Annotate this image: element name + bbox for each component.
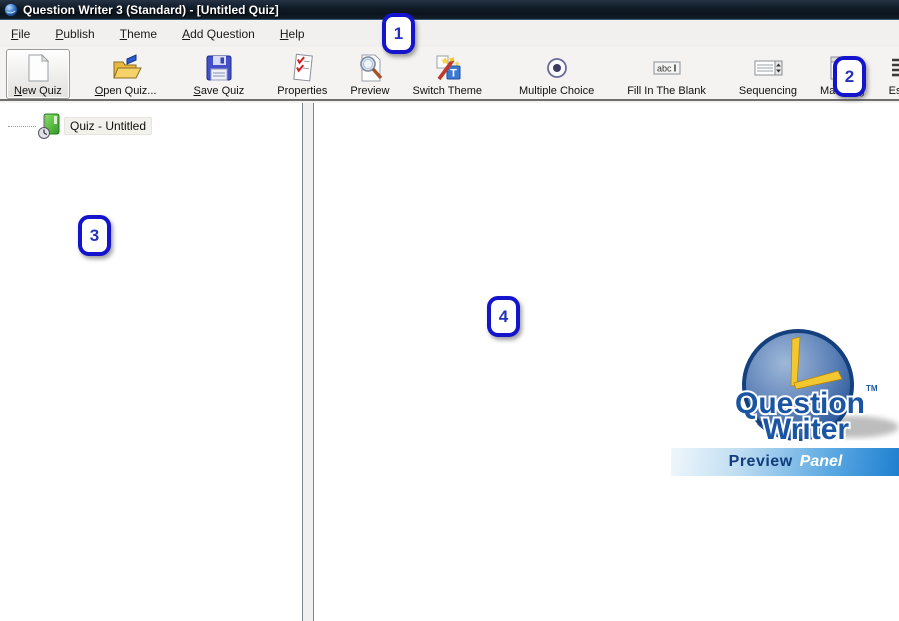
- open-folder-icon: [110, 52, 142, 84]
- svg-text:TM: TM: [866, 384, 878, 393]
- svg-text:abc: abc: [657, 64, 672, 74]
- svg-text:T: T: [450, 68, 457, 80]
- app-icon: [4, 3, 18, 17]
- magnifier-document-icon: [354, 52, 386, 84]
- menu-file[interactable]: File: [2, 22, 39, 46]
- tree-branch-line: [8, 126, 36, 127]
- switch-theme-button[interactable]: T Switch Theme: [405, 49, 491, 99]
- new-quiz-icon: [22, 52, 54, 84]
- preview-panel: Question Writer TM Preview Panel: [313, 103, 899, 621]
- callout-badge-4: 4: [487, 296, 520, 337]
- quiz-book-icon: [37, 113, 61, 139]
- menu-help[interactable]: Help: [271, 22, 314, 46]
- tree-item-label: Quiz - Untitled: [64, 117, 152, 135]
- callout-badge-2: 2: [833, 56, 866, 97]
- save-quiz-button[interactable]: Save Quiz: [185, 49, 252, 99]
- toolbar: New Quiz Open Quiz... Save Quiz: [0, 47, 899, 101]
- checklist-icon: [286, 52, 318, 84]
- theme-wand-icon: T: [431, 52, 463, 84]
- preview-button[interactable]: Preview: [342, 49, 397, 99]
- floppy-disk-icon: [203, 52, 235, 84]
- banner-bold-text: Preview: [729, 453, 793, 471]
- app-window: Question Writer 3 (Standard) - [Untitled…: [0, 0, 899, 621]
- sequencing-button[interactable]: Sequencing: [731, 49, 805, 99]
- content-area: Quiz - Untitled Question: [0, 103, 899, 621]
- svg-text:Writer: Writer: [763, 413, 849, 446]
- menu-publish[interactable]: Publish: [46, 22, 103, 46]
- quiz-tree-panel: Quiz - Untitled: [0, 103, 303, 621]
- multiple-choice-button[interactable]: Multiple Choice: [511, 49, 602, 99]
- spinner-list-icon: [752, 52, 784, 84]
- tree-item-quiz-untitled[interactable]: Quiz - Untitled: [0, 113, 152, 139]
- preview-panel-banner: Preview Panel: [671, 448, 899, 476]
- window-title: Question Writer 3 (Standard) - [Untitled…: [23, 3, 279, 17]
- essay-button[interactable]: Essay: [880, 49, 899, 99]
- new-quiz-button[interactable]: New Quiz: [6, 49, 70, 99]
- open-quiz-button[interactable]: Open Quiz...: [87, 49, 165, 99]
- essay-lines-icon: [888, 52, 899, 84]
- banner-italic-text: Panel: [800, 453, 843, 471]
- text-field-icon: abc: [651, 52, 683, 84]
- menu-theme[interactable]: Theme: [111, 22, 166, 46]
- callout-badge-1: 1: [382, 13, 415, 54]
- menu-add-question[interactable]: Add Question: [173, 22, 264, 46]
- fill-in-the-blank-button[interactable]: abc Fill In The Blank: [619, 49, 714, 99]
- radio-button-icon: [541, 52, 573, 84]
- menu-bar: File Publish Theme Add Question Help: [0, 21, 899, 47]
- question-writer-logo: Question Writer TM: [726, 325, 899, 460]
- panel-splitter[interactable]: [304, 103, 313, 621]
- title-bar: Question Writer 3 (Standard) - [Untitled…: [0, 0, 899, 20]
- callout-badge-3: 3: [78, 215, 111, 256]
- properties-button[interactable]: Properties: [269, 49, 335, 99]
